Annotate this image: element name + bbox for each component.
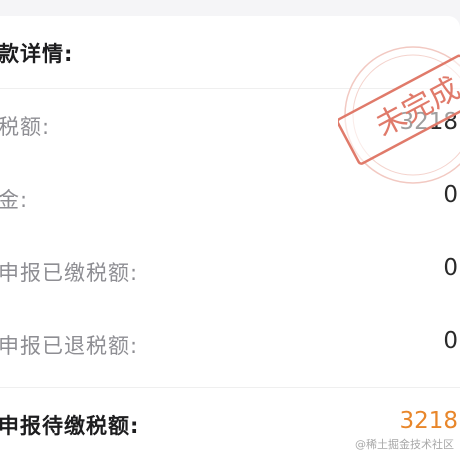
row-declared-refunded: 申报已退税额: 0	[0, 308, 460, 381]
row-declared-paid: 申报已缴税额: 0	[0, 235, 460, 308]
row-late-fee: 金: 0	[0, 162, 460, 235]
row-label: 金:	[0, 188, 29, 212]
row-value: 0	[443, 182, 458, 208]
watermark: @稀土掘金技术社区	[355, 438, 454, 451]
row-value: 0	[443, 255, 458, 281]
row-value: 0	[443, 328, 458, 354]
row-value: 3218	[399, 109, 458, 135]
row-label: 申报已缴税额:	[0, 261, 139, 285]
row-label: 税额:	[0, 115, 51, 139]
row-tax-amount: 税额: 3218	[0, 89, 460, 162]
total-value: 3218	[399, 408, 458, 434]
row-label: 申报已退税额:	[0, 334, 139, 358]
tax-detail-card: 款详情: 税额: 3218 金: 0 申报已缴税额: 0 申报已退税额: 0 申…	[0, 16, 460, 460]
card-header: 款详情:	[0, 16, 460, 89]
detail-title: 款详情:	[0, 42, 74, 66]
page: 款详情: 税额: 3218 金: 0 申报已缴税额: 0 申报已退税额: 0 申…	[0, 0, 460, 460]
total-label: 申报待缴税额:	[0, 414, 140, 438]
